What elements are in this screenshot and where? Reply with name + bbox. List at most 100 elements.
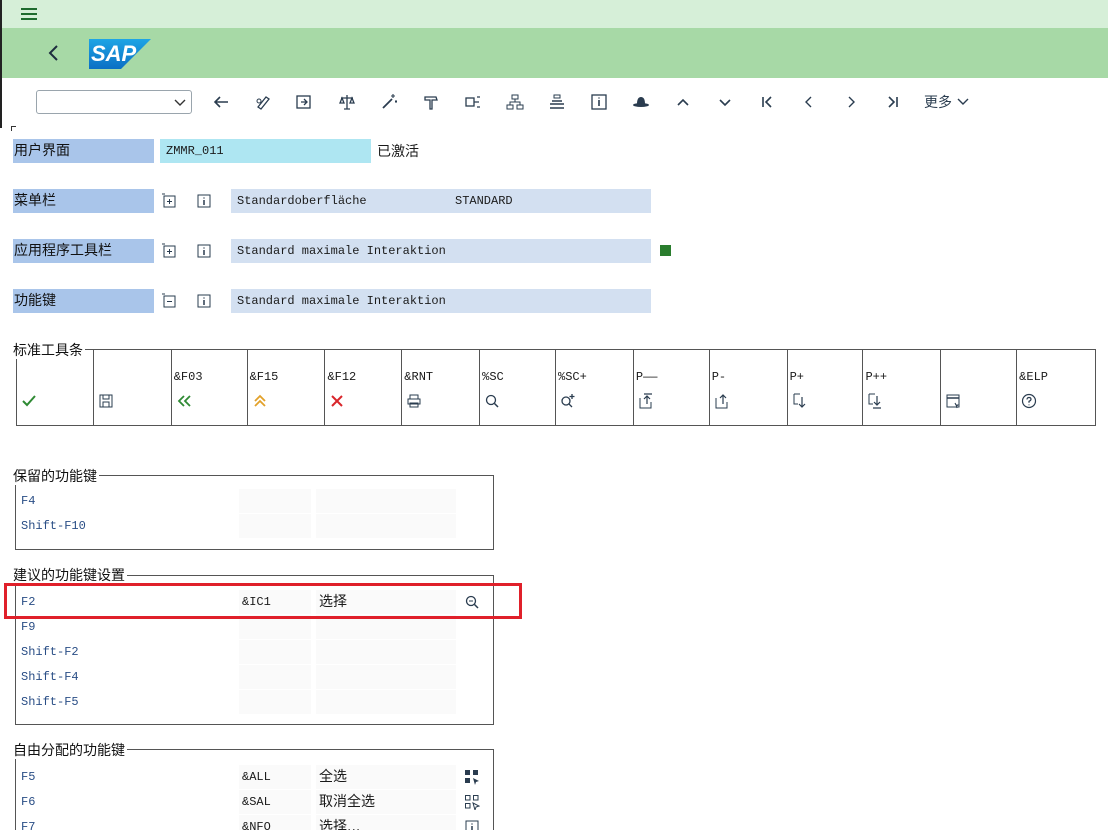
find-next-icon xyxy=(561,394,575,408)
next-icon[interactable] xyxy=(840,92,862,112)
table-row[interactable]: F4 xyxy=(20,489,456,513)
function-keys-label: 功能键 xyxy=(13,289,154,313)
function-text: 全选 xyxy=(316,765,456,789)
table-row[interactable]: F5 &ALL 全选 xyxy=(20,765,479,789)
cell-code: P++ xyxy=(865,370,888,384)
app-toolbar-label: 应用程序工具栏 xyxy=(13,239,154,263)
key-label: Shift-F10 xyxy=(21,519,86,533)
info-icon[interactable] xyxy=(196,193,212,209)
new-session-icon xyxy=(946,394,960,409)
toolbar-cell-cancel[interactable]: &F12 xyxy=(325,350,403,425)
toolbar-cell-exit[interactable]: &F15 xyxy=(248,350,326,425)
info-icon[interactable] xyxy=(196,243,212,259)
find-icon xyxy=(486,394,499,408)
ui-value-field[interactable]: ZMMR_011 xyxy=(160,139,371,163)
link-icon[interactable] xyxy=(462,92,484,112)
transfer-icon[interactable] xyxy=(293,92,315,112)
cell-code: &RNT xyxy=(404,370,434,384)
table-row[interactable]: F6 &SAL 取消全选 xyxy=(20,790,480,814)
function-text: 取消全选 xyxy=(316,790,456,814)
first-page-icon[interactable] xyxy=(756,92,778,112)
table-row[interactable]: Shift-F4 xyxy=(20,665,456,689)
last-page-icon[interactable] xyxy=(882,92,904,112)
table-row[interactable]: Shift-F2 xyxy=(20,640,456,664)
exit-double-up-icon xyxy=(253,394,266,407)
reserved-keys-title: 保留的功能键 xyxy=(13,469,99,485)
hat-icon[interactable] xyxy=(630,92,652,112)
function-text xyxy=(316,640,456,664)
stack-icon[interactable] xyxy=(546,92,568,112)
app-toolbar-desc-field[interactable]: Standard maximale Interaktion xyxy=(231,239,651,263)
standard-toolbar-grid: &F03 &F15 &F12 &RNT %SC %SC+ P—— P- P+ P… xyxy=(16,349,1096,426)
free-keys-title: 自由分配的功能键 xyxy=(13,743,127,759)
info-icon[interactable] xyxy=(196,293,212,309)
cell-code: &F12 xyxy=(327,370,357,384)
info-icon[interactable] xyxy=(464,819,480,830)
hamburger-menu-icon[interactable] xyxy=(18,5,40,23)
menubar-desc-field[interactable]: Standardoberfläche STANDARD xyxy=(231,189,651,213)
function-text: 选择 xyxy=(316,590,456,614)
cancel-x-icon xyxy=(331,395,344,407)
hierarchy-icon[interactable] xyxy=(504,92,526,112)
balance-icon[interactable] xyxy=(336,92,358,112)
toolbar-cell-back[interactable]: &F03 xyxy=(172,350,248,425)
hammer-icon[interactable] xyxy=(420,92,442,112)
info-icon[interactable] xyxy=(588,92,610,112)
sap-logo: SAP xyxy=(89,39,151,69)
zoom-icon[interactable] xyxy=(464,594,480,610)
toolbar-cell-new-session[interactable] xyxy=(941,350,1018,425)
toolbar-cell-find[interactable]: %SC xyxy=(480,350,557,425)
collapse-icon[interactable] xyxy=(161,293,177,309)
next-page-doc-icon xyxy=(793,393,806,408)
function-keys-desc-field[interactable]: Standard maximale Interaktion xyxy=(231,289,651,313)
toolbar-cell-save[interactable] xyxy=(94,350,172,425)
ui-label: 用户界面 xyxy=(13,139,154,163)
toolbar-cell-first-page[interactable]: P—— xyxy=(634,350,710,425)
recommended-keys-box: F2 &IC1 选择 F9 Shift-F2 Shift-F4 Shift-F5 xyxy=(15,575,494,725)
print-icon xyxy=(407,394,421,408)
chevron-up-icon[interactable] xyxy=(672,92,694,112)
arrow-left-icon[interactable] xyxy=(210,92,232,112)
table-row[interactable]: F2 &IC1 选择 xyxy=(20,590,479,614)
function-code: &ALL xyxy=(239,765,311,789)
key-label: F5 xyxy=(21,770,36,784)
function-code xyxy=(239,665,311,689)
command-field[interactable] xyxy=(36,90,192,114)
help-icon xyxy=(1022,393,1037,409)
toolbar-cell-print[interactable]: &RNT xyxy=(402,350,481,425)
cell-code: &F03 xyxy=(173,370,203,384)
expand-icon[interactable] xyxy=(161,193,177,209)
magic-wand-icon[interactable] xyxy=(378,92,400,112)
more-button[interactable]: 更多 xyxy=(924,92,970,112)
key-label: Shift-F4 xyxy=(21,670,79,684)
chevron-down-icon[interactable] xyxy=(173,94,187,110)
cell-code: %SC xyxy=(482,370,504,384)
save-icon xyxy=(99,394,113,408)
toolbar-cell-last-page[interactable]: P++ xyxy=(863,350,942,425)
free-keys-box: F5 &ALL 全选 F6 &SAL 取消全选 F7 &NFO 选择... xyxy=(15,749,494,830)
table-row[interactable]: F9 xyxy=(20,615,456,639)
table-row[interactable]: Shift-F10 xyxy=(20,514,456,538)
toolbar-cell-previous-page[interactable]: P- xyxy=(710,350,788,425)
expand-icon[interactable] xyxy=(161,243,177,259)
select-all-icon[interactable] xyxy=(464,769,480,785)
back-arrow-icon[interactable] xyxy=(42,40,66,66)
application-toolbar: 更多 xyxy=(0,78,1108,128)
table-row[interactable]: Shift-F5 xyxy=(20,690,456,714)
chevron-down-icon[interactable] xyxy=(714,92,736,112)
table-row[interactable]: F7 &NFO 选择... xyxy=(20,815,479,830)
toolbar-cell-find-next[interactable]: %SC+ xyxy=(556,350,634,425)
deselect-all-icon[interactable] xyxy=(464,794,480,810)
toolbar-cell-next-page[interactable]: P+ xyxy=(788,350,864,425)
toolbar-cell-help[interactable]: &ELP xyxy=(1017,350,1095,425)
key-label: F9 xyxy=(21,620,36,634)
sap-logo-text: SAP xyxy=(91,41,137,66)
function-code xyxy=(239,514,311,538)
toolbar-cell-enter[interactable] xyxy=(17,350,94,425)
previous-icon[interactable] xyxy=(798,92,820,112)
function-code xyxy=(239,690,311,714)
function-code xyxy=(239,615,311,639)
function-code: &NFO xyxy=(239,815,311,830)
pencil-glasses-icon[interactable] xyxy=(252,92,274,112)
cell-code: P- xyxy=(711,370,727,384)
